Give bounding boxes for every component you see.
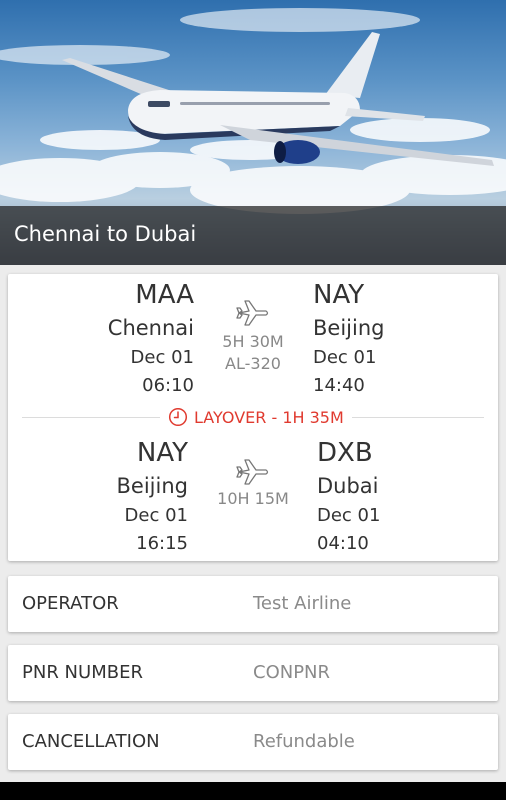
origin-code: MAA: [135, 280, 194, 310]
pnr-row[interactable]: PNR NUMBER CONPNR: [8, 645, 498, 701]
departure-time: 06:10: [142, 375, 194, 396]
pnr-label: PNR NUMBER: [22, 662, 143, 683]
route-title: Chennai to Dubai: [14, 222, 197, 246]
hero-banner: Chennai to Dubai: [0, 0, 506, 265]
destination-code: DXB: [317, 438, 373, 468]
airplane-icon: [236, 459, 269, 485]
origin-city: Beijing: [116, 474, 188, 498]
flight-duration: 10H 15M: [217, 489, 289, 508]
departure-time: 16:15: [136, 533, 188, 554]
arrival-date: Dec 01: [317, 505, 381, 526]
cancellation-value: Refundable: [253, 731, 355, 752]
system-nav-bar: [0, 782, 506, 800]
departure-date: Dec 01: [130, 347, 194, 368]
destination-code: NAY: [313, 280, 365, 310]
cancellation-label: CANCELLATION: [22, 731, 160, 752]
clock-icon: [168, 407, 188, 427]
airplane-icon: [236, 300, 269, 326]
cancellation-row[interactable]: CANCELLATION Refundable: [8, 714, 498, 770]
layover-label: LAYOVER - 1H 35M: [194, 407, 344, 427]
destination-city: Beijing: [313, 316, 385, 340]
arrival-time: 04:10: [317, 533, 369, 554]
itinerary-card[interactable]: MAA Chennai Dec 01 06:10 5H 30M AL-320 N…: [8, 274, 498, 561]
departure-date: Dec 01: [124, 505, 188, 526]
operator-row[interactable]: OPERATOR Test Airline: [8, 576, 498, 632]
arrival-time: 14:40: [313, 375, 365, 396]
aircraft-type: AL-320: [225, 354, 281, 373]
layover-badge: LAYOVER - 1H 35M: [160, 406, 352, 428]
origin-code: NAY: [136, 438, 188, 468]
destination-city: Dubai: [317, 474, 379, 498]
pnr-value: CONPNR: [253, 662, 331, 683]
operator-label: OPERATOR: [22, 593, 119, 614]
flight-duration: 5H 30M: [222, 332, 284, 351]
origin-city: Chennai: [107, 316, 194, 340]
operator-value: Test Airline: [253, 593, 352, 614]
arrival-date: Dec 01: [313, 347, 377, 368]
